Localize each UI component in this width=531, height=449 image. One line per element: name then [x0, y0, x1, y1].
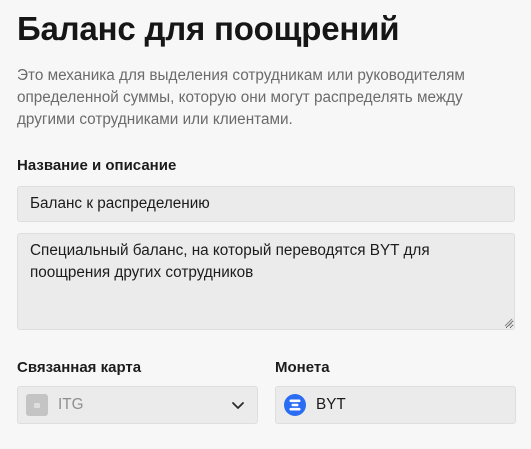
- linked-card-select[interactable]: ITG: [17, 386, 258, 424]
- card-thumbnail-icon: [26, 394, 48, 416]
- coin-value: BYT: [316, 396, 346, 413]
- coin-label: Монета: [275, 359, 330, 376]
- coin-icon: [284, 394, 306, 416]
- page-description: Это механика для выделения сотрудникам и…: [17, 67, 465, 128]
- linked-card-value: ITG: [58, 396, 84, 413]
- name-description-label: Название и описание: [17, 157, 177, 174]
- balance-name-input[interactable]: [17, 186, 515, 222]
- chevron-down-icon: [232, 402, 244, 409]
- balance-description-textarea[interactable]: Специальный баланс, на который переводят…: [17, 233, 515, 330]
- coin-field[interactable]: BYT: [275, 386, 516, 424]
- page-title: Баланс для поощрений: [17, 10, 400, 47]
- linked-card-label: Связанная карта: [17, 359, 142, 376]
